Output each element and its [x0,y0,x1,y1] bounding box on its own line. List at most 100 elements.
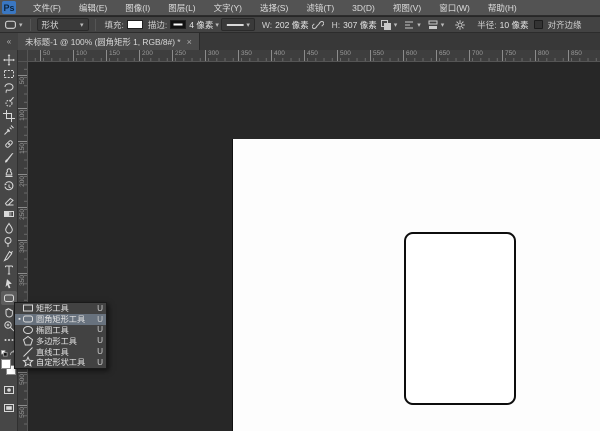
stroke-width-value[interactable]: 4 像素 [189,19,213,31]
path-arrangement-button[interactable]: ▾ [426,19,446,31]
pen-tool-icon [3,250,15,262]
menu-help[interactable]: 帮助(H) [479,0,526,16]
ruler-tick: 750 [502,50,503,62]
path-selection-tool[interactable] [1,277,17,291]
blur-tool[interactable] [1,221,17,235]
photoshop-logo: Ps [2,1,16,14]
lasso-tool-icon [3,82,15,94]
vertical-ruler[interactable]: 50100150200250300350400450500550 [18,62,28,431]
eyedropper-tool[interactable] [1,123,17,137]
zoom-tool-icon [3,320,15,332]
menu-view[interactable]: 视图(V) [384,0,430,16]
flyout-item-rounded-rect-tool[interactable]: ▪圆角矩形工具U [15,314,106,325]
align-edges-checkbox[interactable] [534,20,543,29]
brush-tool[interactable] [1,151,17,165]
stroke-style-select[interactable]: ▾ [221,18,255,31]
flyout-item-ellipse-tool[interactable]: 椭圆工具U [15,325,106,336]
height-value[interactable]: 307 像素 [343,19,377,31]
flyout-item-shortcut: U [97,315,103,324]
eyedropper-tool-icon [3,124,15,136]
shape-settings-button[interactable] [453,19,467,31]
clone-stamp-tool[interactable] [1,165,17,179]
default-colors-icon[interactable] [1,350,8,357]
ruler-tick: 600 [403,50,404,62]
chevron-down-icon: ▾ [417,21,421,29]
marquee-tool-icon [3,68,15,80]
gradient-tool[interactable] [1,207,17,221]
ruler-tick: 100 [18,108,28,109]
document-tab-title: 未标题-1 @ 100% (圆角矩形 1, RGB/8#) * [25,36,181,48]
menu-filter[interactable]: 滤镜(T) [297,0,343,16]
horizontal-ruler[interactable]: 5010015020025030035040045050055060065070… [28,50,600,62]
path-alignment-button[interactable]: ▾ [402,19,422,31]
flyout-item-polygon-tool[interactable]: 多边形工具U [15,335,106,346]
ruler-tick: 700 [469,50,470,62]
document-tab[interactable]: 未标题-1 @ 100% (圆角矩形 1, RGB/8#) * × [18,33,200,50]
canvas-workspace[interactable] [28,62,600,431]
rounded-rectangle-shape[interactable] [404,232,516,405]
healing-brush-tool-icon [3,138,15,150]
ruler-tick-label: 250 [175,50,186,57]
healing-brush-tool[interactable] [1,137,17,151]
menu-image[interactable]: 图像(I) [116,0,159,16]
flyout-item-custom-shape-tool[interactable]: 自定形状工具 U [15,357,106,368]
hand-tool-icon [3,306,15,318]
link-dimensions-button[interactable] [311,19,325,31]
radius-value[interactable]: 10 像素 [500,19,529,31]
ruler-tick-label: 700 [472,50,483,57]
fill-swatch[interactable] [127,20,143,29]
flyout-item-rectangle-tool[interactable]: 矩形工具U [15,303,106,314]
quick-mask-mode-button[interactable] [1,383,17,397]
ruler-tick: 150 [106,50,107,62]
path-operations-button[interactable]: ▾ [379,19,399,31]
foreground-color-swatch[interactable] [1,359,11,369]
custom-shape-icon [22,356,34,368]
width-value[interactable]: 202 像素 [275,19,309,31]
menu-3d[interactable]: 3D(D) [343,0,384,16]
marquee-tool[interactable] [1,67,17,81]
flyout-item-shortcut: U [97,336,103,345]
crop-tool[interactable] [1,109,17,123]
quick-selection-tool[interactable] [1,95,17,109]
screen-mode-button[interactable] [1,401,17,415]
flyout-item-line-tool[interactable]: 直线工具U [15,346,106,357]
chevron-down-icon[interactable]: ▾ [215,21,219,29]
ruler-origin-box[interactable] [18,50,28,62]
menu-edit[interactable]: 编辑(E) [70,0,116,16]
ruler-tick-label: 450 [307,50,318,57]
ruler-tick-label: 650 [439,50,450,57]
lasso-tool[interactable] [1,81,17,95]
ruler-tick: 250 [18,207,28,208]
type-tool[interactable] [1,263,17,277]
ruler-tick-label: 100 [19,110,26,121]
history-brush-tool[interactable] [1,179,17,193]
tools-panel [0,50,18,431]
stroke-swatch[interactable] [170,20,186,29]
tool-preset-picker[interactable]: ▾ [0,18,26,31]
move-tool[interactable] [1,53,17,67]
ruler-tick-label: 850 [571,50,582,57]
width-label: W: [262,20,272,30]
menu-file[interactable]: 文件(F) [24,0,70,16]
collapse-panels-button[interactable]: « [0,33,18,50]
menu-window[interactable]: 窗口(W) [430,0,479,16]
flyout-item-label: 自定形状工具 [36,356,93,368]
dodge-tool[interactable] [1,235,17,249]
menu-type[interactable]: 文字(Y) [205,0,251,16]
ruler-tick-label: 100 [76,50,87,57]
ruler-tick: 50 [40,50,41,62]
ruler-tick-label: 350 [241,50,252,57]
ruler-tick-label: 500 [19,374,26,385]
close-icon[interactable]: × [187,37,192,47]
rounded-rect-tool-icon [4,18,17,31]
menu-select[interactable]: 选择(S) [251,0,297,16]
type-tool-icon [3,264,15,276]
toolbar-ellipsis-icon [3,334,15,346]
move-tool-icon [3,54,15,66]
eraser-tool[interactable] [1,193,17,207]
flyout-item-shortcut: U [97,358,103,367]
arrange-icon [427,19,439,31]
pen-tool[interactable] [1,249,17,263]
menu-layer[interactable]: 图层(L) [159,0,204,16]
tool-mode-select[interactable]: 形状 ▾ [37,18,89,31]
